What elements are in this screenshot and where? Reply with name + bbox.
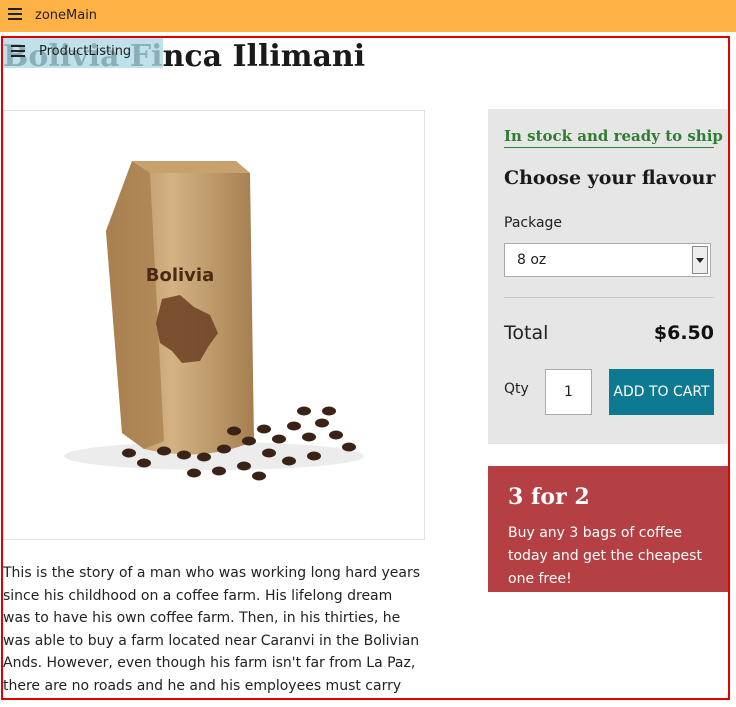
- region-label: ProductListing: [39, 44, 132, 59]
- stock-status: In stock and ready to ship: [504, 127, 723, 148]
- total-label: Total: [504, 322, 549, 344]
- bag-label: Bolivia: [146, 265, 214, 286]
- zone-main-bar: zoneMain: [0, 0, 736, 32]
- package-select[interactable]: 8 oz: [504, 243, 711, 277]
- menu-icon[interactable]: [11, 45, 25, 60]
- total-row: Total $6.50: [504, 322, 714, 348]
- choose-flavour-heading: Choose your flavour: [504, 167, 716, 189]
- product-listing-frame: Bolivia Finca Illimani ProductListing Bo…: [1, 36, 730, 700]
- qty-label: Qty: [504, 381, 529, 397]
- promo-title: 3 for 2: [508, 484, 590, 510]
- package-label: Package: [504, 215, 563, 231]
- package-selected-value: 8 oz: [517, 252, 547, 268]
- product-image: Bolivia: [3, 110, 425, 540]
- promo-banner: 3 for 2 Buy any 3 bags of coffee today a…: [488, 466, 728, 592]
- coffee-bag-image: Bolivia: [64, 161, 364, 481]
- menu-icon[interactable]: [8, 8, 22, 23]
- qty-input[interactable]: 1: [545, 369, 592, 415]
- add-to-cart-button[interactable]: ADD TO CART: [609, 369, 714, 415]
- total-price: $6.50: [653, 322, 714, 344]
- product-description: This is the story of a man who was worki…: [3, 565, 421, 694]
- region-tag: ProductListing: [3, 38, 163, 68]
- qty-row: Qty 1 ADD TO CART: [504, 369, 714, 415]
- dropdown-arrow-icon[interactable]: [692, 246, 708, 274]
- promo-text: Buy any 3 bags of coffee today and get t…: [508, 525, 702, 587]
- divider: [504, 297, 714, 298]
- zone-label: zoneMain: [35, 8, 98, 23]
- purchase-panel: In stock and ready to ship Choose your f…: [488, 109, 728, 444]
